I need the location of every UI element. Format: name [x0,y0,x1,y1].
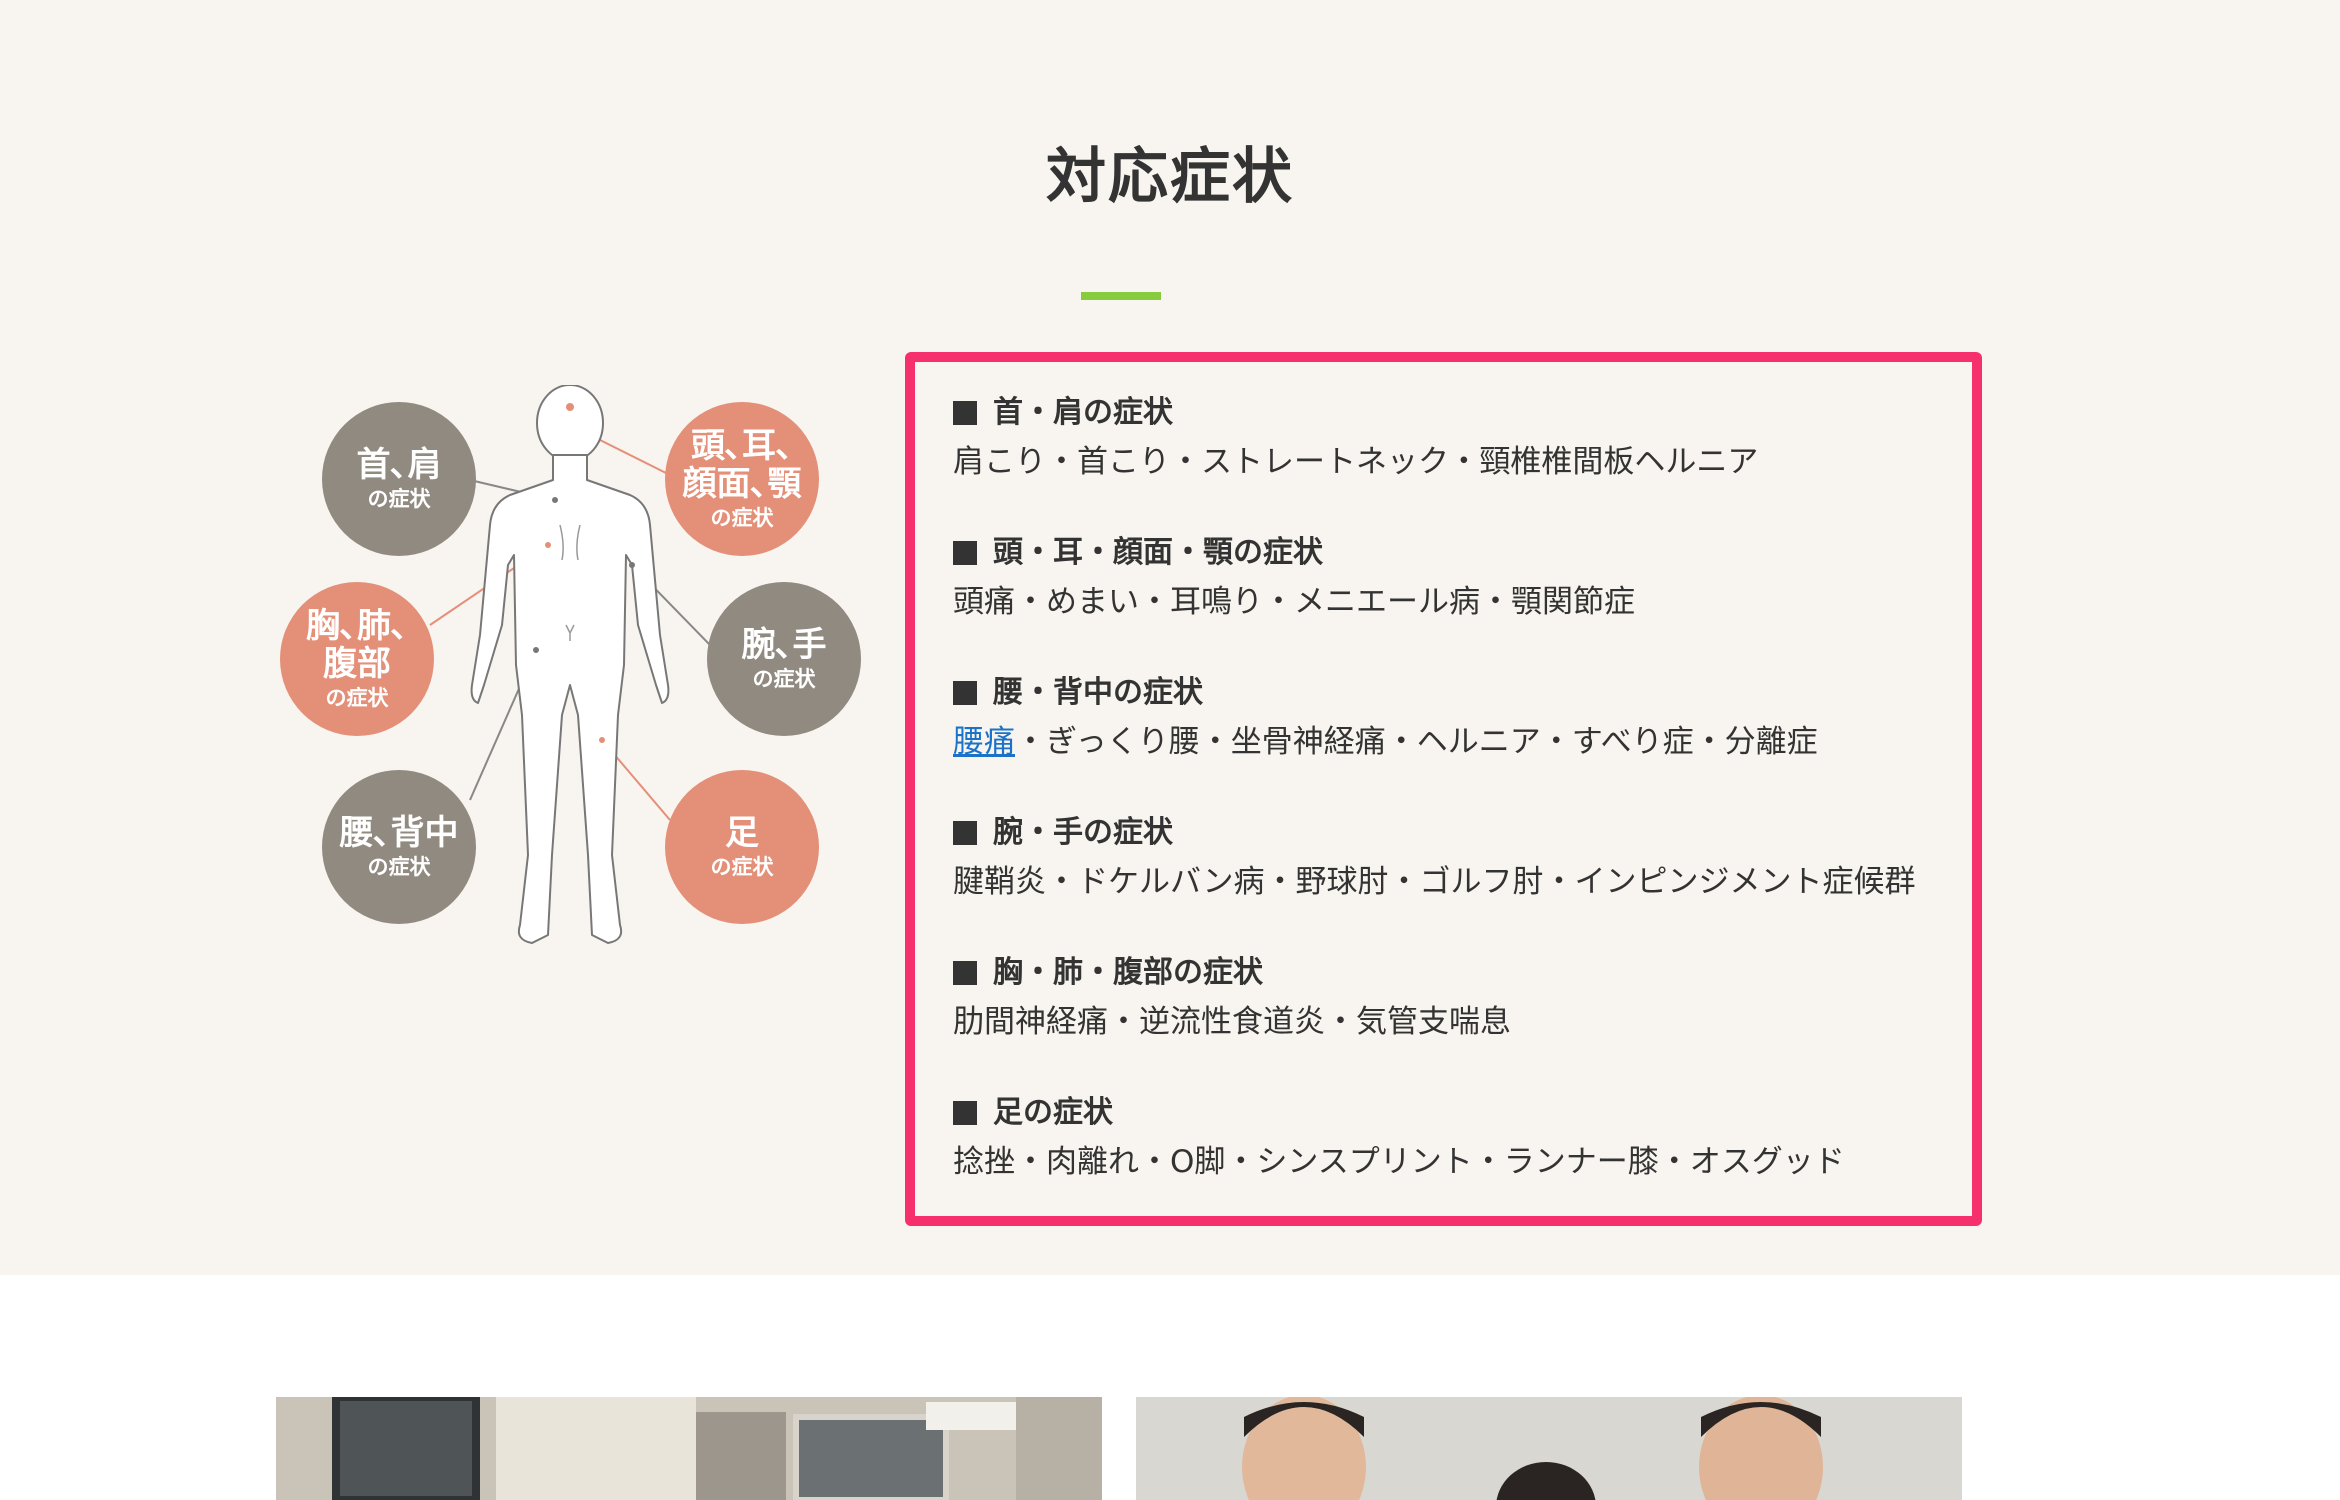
arm-hand-circle: 腕､手 の症状 [707,582,861,736]
group-items: 頭痛・めまい・耳鳴り・メニエール病・顎関節症 [953,584,1635,620]
back-pain-link[interactable]: 腰痛 [953,724,1015,760]
symptom-group-head: 頭・耳・顔面・顎の症状 頭痛・めまい・耳鳴り・メニエール病・顎関節症 [953,533,1973,624]
group-heading: 足の症状 [993,1095,1113,1130]
symptom-group-neck: 首・肩の症状 肩こり・首こり・ストレートネック・頸椎椎間板ヘルニア [953,393,1973,484]
group-items: ・ぎっくり腰・坐骨神経痛・ヘルニア・すべり症・分離症 [1015,724,1818,760]
symptom-list-box: 首・肩の症状 肩こり・首こり・ストレートネック・頸椎椎間板ヘルニア 頭・耳・顔面… [905,352,1982,1226]
symptom-group-foot: 足の症状 捻挫・肉離れ・O脚・シンスプリント・ランナー膝・オスグッド [953,1093,1973,1184]
back-label: 腰､背中 [339,813,459,853]
group-items: 腱鞘炎・ドケルバン病・野球肘・ゴルフ肘・インピンジメント症候群 [953,864,1916,900]
square-bullet-icon [953,1101,977,1125]
square-bullet-icon [953,541,977,565]
chest-sub: の症状 [325,686,389,710]
chest-label-line1: 胸､肺､ [306,606,408,646]
square-bullet-icon [953,681,977,705]
section-title: 対応症状 [1046,142,1294,212]
symptom-group-chest: 胸・肺・腹部の症状 肋間神経痛・逆流性食道炎・気管支喘息 [953,953,1973,1044]
back-circle: 腰､背中 の症状 [322,770,476,924]
chest-circle: 胸､肺､ 腹部 の症状 [280,582,434,736]
back-sub: の症状 [367,855,431,879]
head-face-label-line2: 顔面､顎 [682,464,802,504]
symptom-group-back: 腰・背中の症状 腰痛・ぎっくり腰・坐骨神経痛・ヘルニア・すべり症・分離症 [953,673,1973,764]
neck-shoulder-circle: 首､肩 の症状 [322,402,476,556]
chest-label-line2: 腹部 [323,644,391,684]
arm-hand-sub: の症状 [752,667,816,691]
square-bullet-icon [953,961,977,985]
group-heading: 胸・肺・腹部の症状 [993,955,1263,990]
square-bullet-icon [953,401,977,425]
symptoms-section: 対応症状 首､肩 の症状 頭､耳､ 顔面､顎 の症状 胸､肺､ 腹部 の症状 腕… [0,0,2340,1275]
head-face-sub: の症状 [710,506,774,530]
foot-sub: の症状 [710,855,774,879]
neck-shoulder-label: 首､肩 [356,445,442,485]
foot-label: 足 [725,813,759,853]
arm-hand-label: 腕､手 [741,625,827,665]
group-items: 捻挫・肉離れ・O脚・シンスプリント・ランナー膝・オスグッド [953,1144,1845,1180]
group-heading: 腕・手の症状 [993,815,1173,850]
group-items: 肋間神経痛・逆流性食道炎・気管支喘息 [953,1004,1511,1040]
head-face-label-line1: 頭､耳､ [691,426,793,466]
head-face-circle: 頭､耳､ 顔面､顎 の症状 [665,402,819,556]
square-bullet-icon [953,821,977,845]
staff-photo [1136,1397,1962,1500]
neck-shoulder-sub: の症状 [367,487,431,511]
group-heading: 頭・耳・顔面・顎の症状 [993,535,1323,570]
body-diagram: 首､肩 の症状 頭､耳､ 顔面､顎 の症状 胸､肺､ 腹部 の症状 腕､手 の症… [270,385,870,950]
group-heading: 腰・背中の症状 [993,675,1203,710]
foot-circle: 足 の症状 [665,770,819,924]
group-heading: 首・肩の症状 [993,395,1173,430]
symptom-group-arm: 腕・手の症状 腱鞘炎・ドケルバン病・野球肘・ゴルフ肘・インピンジメント症候群 [953,813,1973,904]
title-underline [1081,292,1161,300]
clinic-interior-photo [276,1397,1102,1500]
group-items: 肩こり・首こり・ストレートネック・頸椎椎間板ヘルニア [953,444,1759,480]
